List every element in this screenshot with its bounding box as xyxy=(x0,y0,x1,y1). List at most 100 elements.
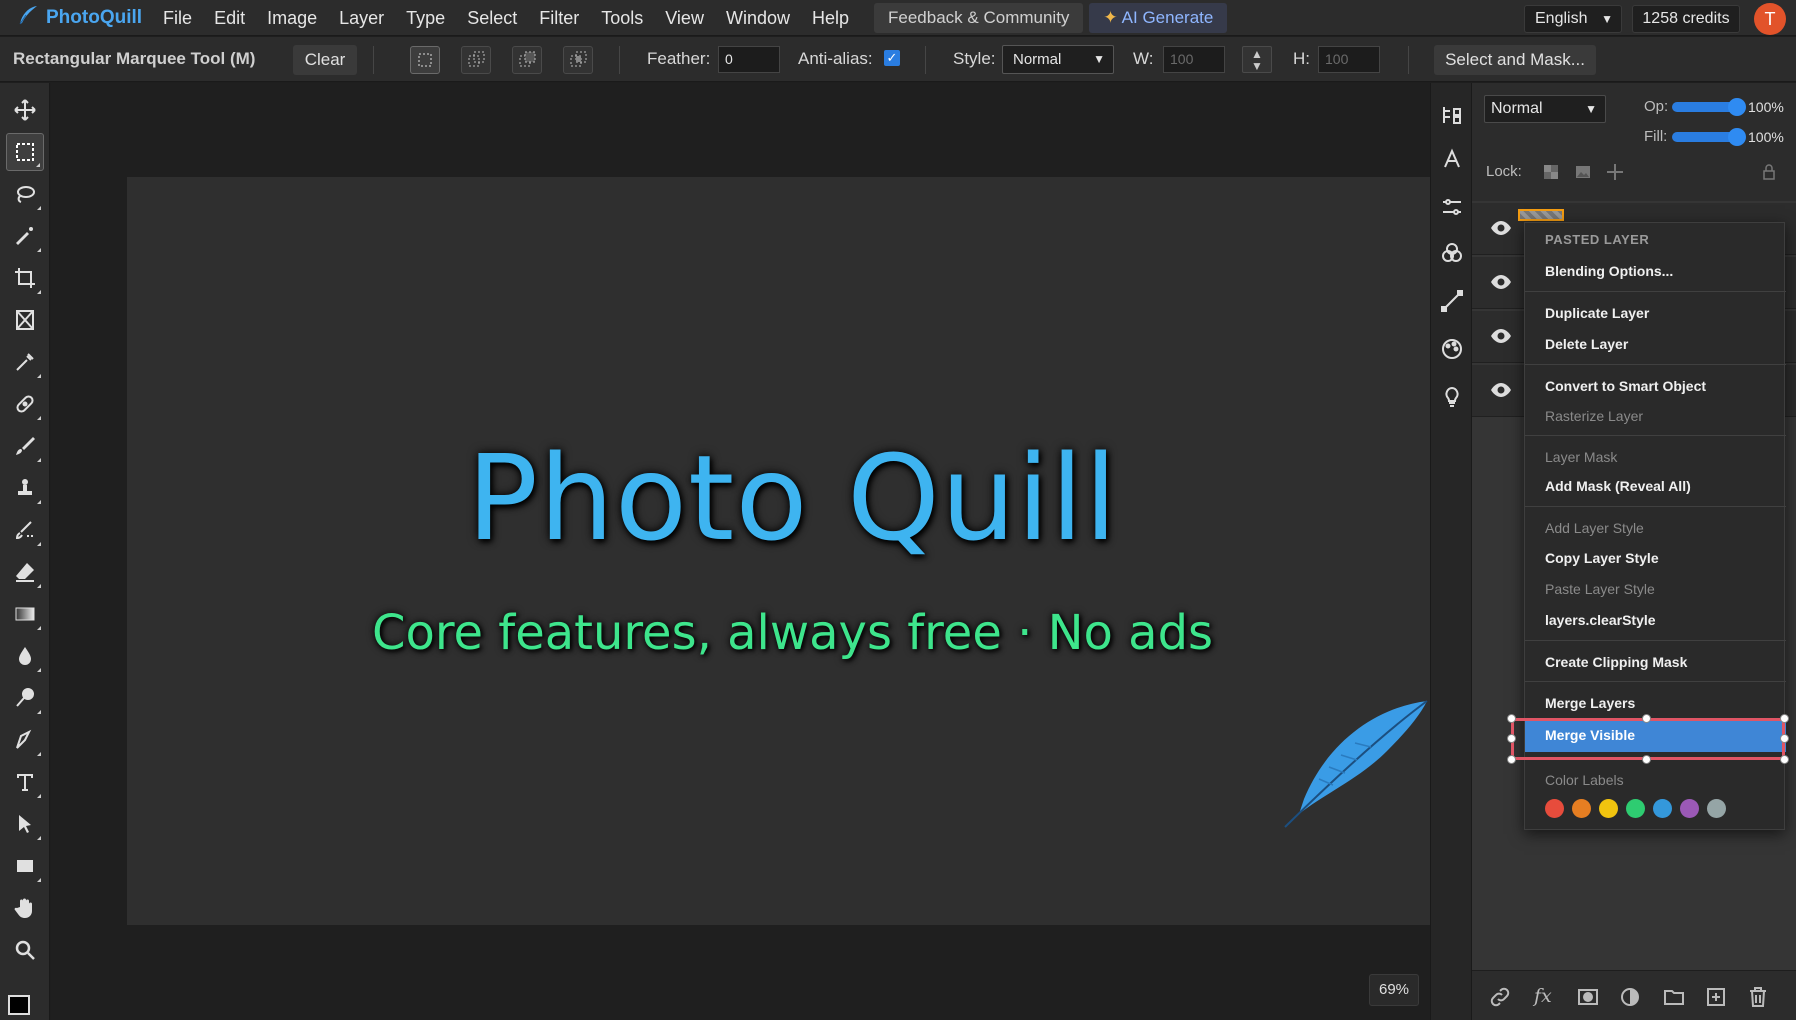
feather-label: Feather: xyxy=(647,49,711,68)
swap-dimensions-button[interactable]: ▲ ▼ xyxy=(1242,46,1272,73)
menu-select[interactable]: Select xyxy=(456,0,528,36)
antialias-checkbox[interactable]: ✓ xyxy=(884,50,900,66)
frame-tool-icon[interactable] xyxy=(6,301,44,339)
menu-help[interactable]: Help xyxy=(801,0,860,36)
menu-layer[interactable]: Layer xyxy=(328,0,395,36)
menu-tools[interactable]: Tools xyxy=(590,0,654,36)
visibility-eye-icon[interactable] xyxy=(1490,273,1512,291)
rasterize-layer-item: Rasterize Layer xyxy=(1545,408,1644,424)
crop-tool-icon[interactable] xyxy=(6,259,44,297)
lock-position-icon[interactable] xyxy=(1606,163,1624,181)
brand[interactable]: PhotoQuill xyxy=(0,0,152,36)
history-icon[interactable] xyxy=(1440,103,1464,127)
clear-layer-style-item[interactable]: layers.clearStyle xyxy=(1525,605,1786,635)
lock-transparency-icon[interactable] xyxy=(1542,163,1560,181)
visibility-eye-icon[interactable] xyxy=(1490,219,1512,237)
move-tool-icon[interactable] xyxy=(6,91,44,129)
visibility-eye-icon[interactable] xyxy=(1490,327,1512,345)
visibility-eye-icon[interactable] xyxy=(1490,381,1512,399)
feather-input[interactable]: 0 xyxy=(718,46,780,73)
new-layer-icon[interactable] xyxy=(1704,985,1728,1009)
context-menu-header: PASTED LAYER xyxy=(1545,232,1650,247)
add-mask-icon[interactable] xyxy=(1576,985,1600,1009)
folder-icon[interactable] xyxy=(1662,985,1686,1009)
path-selection-tool-icon[interactable] xyxy=(6,805,44,843)
color-label-blue[interactable] xyxy=(1653,799,1672,818)
blend-mode-select[interactable]: Normal ▼ xyxy=(1484,95,1606,123)
foreground-color-swatch[interactable] xyxy=(8,995,30,1015)
hand-tool-icon[interactable] xyxy=(6,889,44,927)
fill-slider-handle[interactable] xyxy=(1728,128,1746,146)
convert-smart-object-item[interactable]: Convert to Smart Object xyxy=(1525,371,1786,401)
menu-image[interactable]: Image xyxy=(256,0,328,36)
zoom-tool-icon[interactable] xyxy=(6,931,44,969)
color-label-orange[interactable] xyxy=(1572,799,1591,818)
menu-file[interactable]: File xyxy=(152,0,203,36)
avatar[interactable]: T xyxy=(1754,3,1786,35)
style-select[interactable]: Normal ▼ xyxy=(1002,45,1114,74)
ai-generate-button[interactable]: ✦ AI Generate xyxy=(1089,2,1228,33)
antialias-label: Anti-alias: xyxy=(798,49,873,68)
delete-layer-item[interactable]: Delete Layer xyxy=(1525,329,1786,359)
merge-layers-item[interactable]: Merge Layers xyxy=(1525,688,1786,718)
fx-icon[interactable]: fx xyxy=(1534,985,1558,1009)
eraser-tool-icon[interactable] xyxy=(6,553,44,591)
adjustments-icon[interactable] xyxy=(1440,195,1464,219)
pen-tool-icon[interactable] xyxy=(6,721,44,759)
opacity-slider-handle[interactable] xyxy=(1728,98,1746,116)
menu-type[interactable]: Type xyxy=(395,0,456,36)
magic-wand-tool-icon[interactable] xyxy=(6,217,44,255)
spot-healing-tool-icon[interactable] xyxy=(6,385,44,423)
clone-stamp-tool-icon[interactable] xyxy=(6,469,44,507)
color-label-yellow[interactable] xyxy=(1599,799,1618,818)
add-mask-item[interactable]: Add Mask (Reveal All) xyxy=(1525,471,1786,501)
new-selection-button[interactable] xyxy=(410,46,440,74)
lasso-tool-icon[interactable] xyxy=(6,175,44,213)
language-select[interactable]: English ▼ xyxy=(1524,5,1622,33)
menu-view[interactable]: View xyxy=(654,0,715,36)
fill-slider[interactable] xyxy=(1672,128,1746,146)
blending-options-item[interactable]: Blending Options... xyxy=(1525,256,1786,286)
menu-edit[interactable]: Edit xyxy=(203,0,256,36)
rectangle-tool-icon[interactable] xyxy=(6,847,44,885)
feedback-button[interactable]: Feedback & Community xyxy=(874,2,1084,33)
color-label-gray[interactable] xyxy=(1707,799,1726,818)
duplicate-layer-item[interactable]: Duplicate Layer xyxy=(1525,298,1786,328)
zoom-level[interactable]: 69% xyxy=(1369,974,1419,1006)
height-input[interactable]: 100 xyxy=(1318,46,1380,73)
lock-all-icon[interactable] xyxy=(1760,163,1778,181)
lightbulb-icon[interactable] xyxy=(1440,385,1464,409)
document-canvas[interactable]: Photo Quill Core features, always free ·… xyxy=(127,177,1458,925)
copy-layer-style-item[interactable]: Copy Layer Style xyxy=(1525,543,1786,573)
color-label-red[interactable] xyxy=(1545,799,1564,818)
type-tool-icon[interactable] xyxy=(6,763,44,801)
color-label-green[interactable] xyxy=(1626,799,1645,818)
gradient-tool-icon[interactable] xyxy=(6,595,44,633)
eyedropper-tool-icon[interactable] xyxy=(6,343,44,381)
dodge-tool-icon[interactable] xyxy=(6,679,44,717)
clear-button[interactable]: Clear xyxy=(293,45,357,75)
character-icon[interactable] xyxy=(1440,147,1464,171)
intersect-selection-button[interactable] xyxy=(563,46,593,74)
opacity-slider[interactable] xyxy=(1672,98,1746,116)
menu-window[interactable]: Window xyxy=(715,0,801,36)
credits-badge[interactable]: 1258 credits xyxy=(1632,5,1740,33)
channels-icon[interactable] xyxy=(1440,241,1464,265)
select-and-mask-button[interactable]: Select and Mask... xyxy=(1434,45,1596,75)
trash-icon[interactable] xyxy=(1746,985,1770,1009)
create-clipping-mask-item[interactable]: Create Clipping Mask xyxy=(1525,647,1786,677)
lock-image-icon[interactable] xyxy=(1574,163,1592,181)
brush-tool-icon[interactable] xyxy=(6,427,44,465)
link-icon[interactable] xyxy=(1488,985,1512,1009)
subtract-selection-button[interactable] xyxy=(512,46,542,74)
paths-icon[interactable] xyxy=(1440,289,1464,313)
rectangular-marquee-tool-icon[interactable] xyxy=(6,133,44,171)
swatches-palette-icon[interactable] xyxy=(1440,337,1464,361)
blur-tool-icon[interactable] xyxy=(6,637,44,675)
color-label-purple[interactable] xyxy=(1680,799,1699,818)
adjustment-layer-icon[interactable] xyxy=(1618,985,1642,1009)
history-brush-tool-icon[interactable] xyxy=(6,511,44,549)
width-input[interactable]: 100 xyxy=(1163,46,1225,73)
menu-filter[interactable]: Filter xyxy=(528,0,590,36)
add-selection-button[interactable] xyxy=(461,46,491,74)
